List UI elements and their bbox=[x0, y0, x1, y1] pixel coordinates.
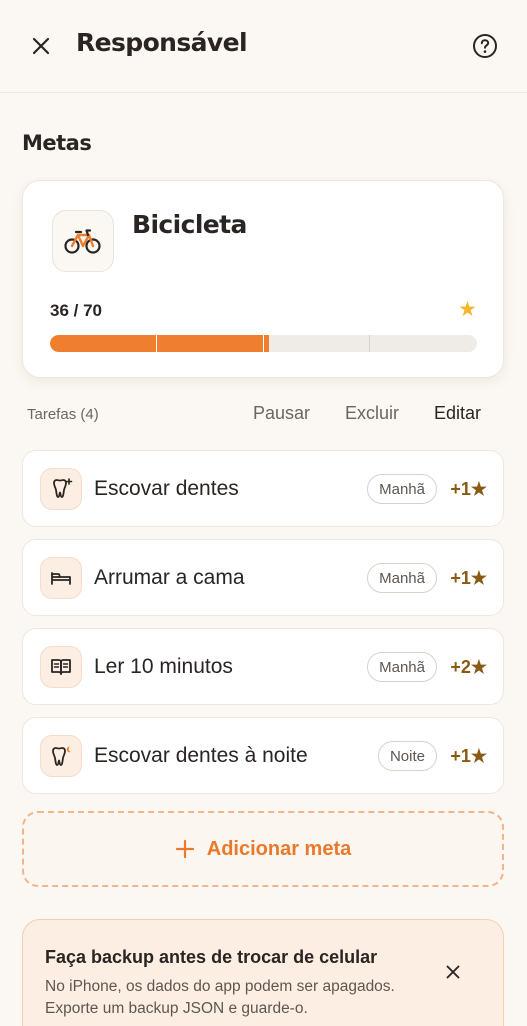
close-button[interactable] bbox=[26, 31, 56, 61]
close-icon bbox=[32, 37, 50, 55]
delete-button[interactable]: Excluir bbox=[345, 403, 399, 424]
goal-name: Bicicleta bbox=[132, 210, 247, 239]
task-card[interactable]: Arrumar a cama Manhã +1★ bbox=[22, 539, 504, 616]
progress-tick bbox=[369, 335, 370, 352]
task-points: +1★ bbox=[450, 746, 487, 766]
tasks-count-label: Tarefas (4) bbox=[27, 406, 99, 423]
page-title: Responsável bbox=[76, 28, 248, 57]
tasks-toolbar: Tarefas (4) Pausar Excluir Editar bbox=[0, 400, 527, 430]
task-card[interactable]: Escovar dentes à noite Noite +1★ bbox=[22, 717, 504, 794]
task-name: Ler 10 minutos bbox=[94, 655, 233, 678]
backup-banner-title: Faça backup antes de trocar de celular bbox=[45, 947, 378, 967]
task-points: +1★ bbox=[450, 479, 487, 499]
task-period-badge: Manhã bbox=[367, 563, 437, 593]
goal-progress-bar bbox=[50, 335, 477, 352]
help-circle-icon bbox=[473, 34, 497, 58]
backup-banner: Faça backup antes de trocar de celular N… bbox=[22, 919, 504, 1026]
progress-tick bbox=[156, 335, 157, 352]
task-period-badge: Noite bbox=[377, 741, 437, 771]
task-card[interactable]: Ler 10 minutos Manhã +2★ bbox=[22, 628, 504, 705]
task-period-badge: Manhã bbox=[367, 474, 437, 504]
goal-icon-box bbox=[52, 210, 114, 272]
tooth-night-icon bbox=[40, 735, 82, 777]
bed-icon bbox=[40, 557, 82, 599]
add-goal-label: Adicionar meta bbox=[206, 837, 352, 860]
goal-progress-text: 36 / 70 bbox=[50, 301, 102, 320]
star-icon: ★ bbox=[458, 298, 477, 321]
tooth-sparkle-icon bbox=[40, 468, 82, 510]
add-goal-button[interactable]: Adicionar meta bbox=[22, 811, 504, 887]
task-name: Escovar dentes bbox=[94, 477, 239, 500]
close-icon bbox=[446, 965, 460, 979]
task-points: +1★ bbox=[450, 568, 487, 588]
progress-tick bbox=[263, 335, 264, 352]
task-name: Escovar dentes à noite bbox=[94, 744, 308, 767]
edit-button[interactable]: Editar bbox=[434, 403, 481, 424]
pause-button[interactable]: Pausar bbox=[253, 403, 310, 424]
task-name: Arrumar a cama bbox=[94, 566, 245, 589]
goals-section-title: Metas bbox=[22, 131, 92, 155]
task-period-badge: Manhã bbox=[367, 652, 437, 682]
bicycle-icon bbox=[64, 229, 101, 254]
backup-banner-close-button[interactable] bbox=[441, 960, 465, 984]
goal-progress-fill bbox=[50, 335, 270, 352]
task-points: +2★ bbox=[450, 657, 487, 677]
book-icon bbox=[40, 646, 82, 688]
goal-card[interactable]: Bicicleta 36 / 70 ★ bbox=[22, 180, 504, 378]
top-bar: Responsável bbox=[0, 0, 527, 93]
plus-icon bbox=[175, 839, 194, 859]
backup-banner-body: No iPhone, os dados do app podem ser apa… bbox=[45, 978, 395, 1017]
help-button[interactable] bbox=[470, 31, 500, 61]
task-card[interactable]: Escovar dentes Manhã +1★ bbox=[22, 450, 504, 527]
